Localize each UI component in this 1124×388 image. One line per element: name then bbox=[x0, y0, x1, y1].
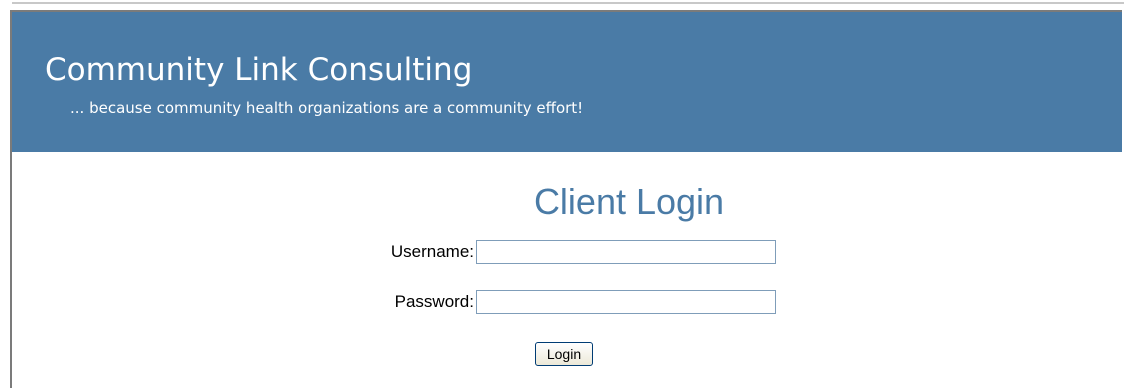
site-tagline: ... because community health organizatio… bbox=[70, 99, 584, 117]
site-title: Community Link Consulting bbox=[45, 52, 473, 88]
username-field[interactable] bbox=[476, 240, 776, 264]
login-title: Client Login bbox=[533, 181, 725, 222]
username-row: Username: bbox=[12, 240, 1122, 268]
site-header: Community Link Consulting ... because co… bbox=[12, 12, 1122, 152]
username-label: Username: bbox=[390, 242, 474, 261]
login-button[interactable]: Login bbox=[535, 342, 593, 366]
password-label: Password: bbox=[394, 292, 474, 311]
page-frame: Community Link Consulting ... because co… bbox=[10, 10, 1122, 388]
window-top-edge bbox=[12, 2, 1124, 4]
password-field[interactable] bbox=[476, 290, 776, 314]
password-row: Password: bbox=[12, 290, 1122, 318]
